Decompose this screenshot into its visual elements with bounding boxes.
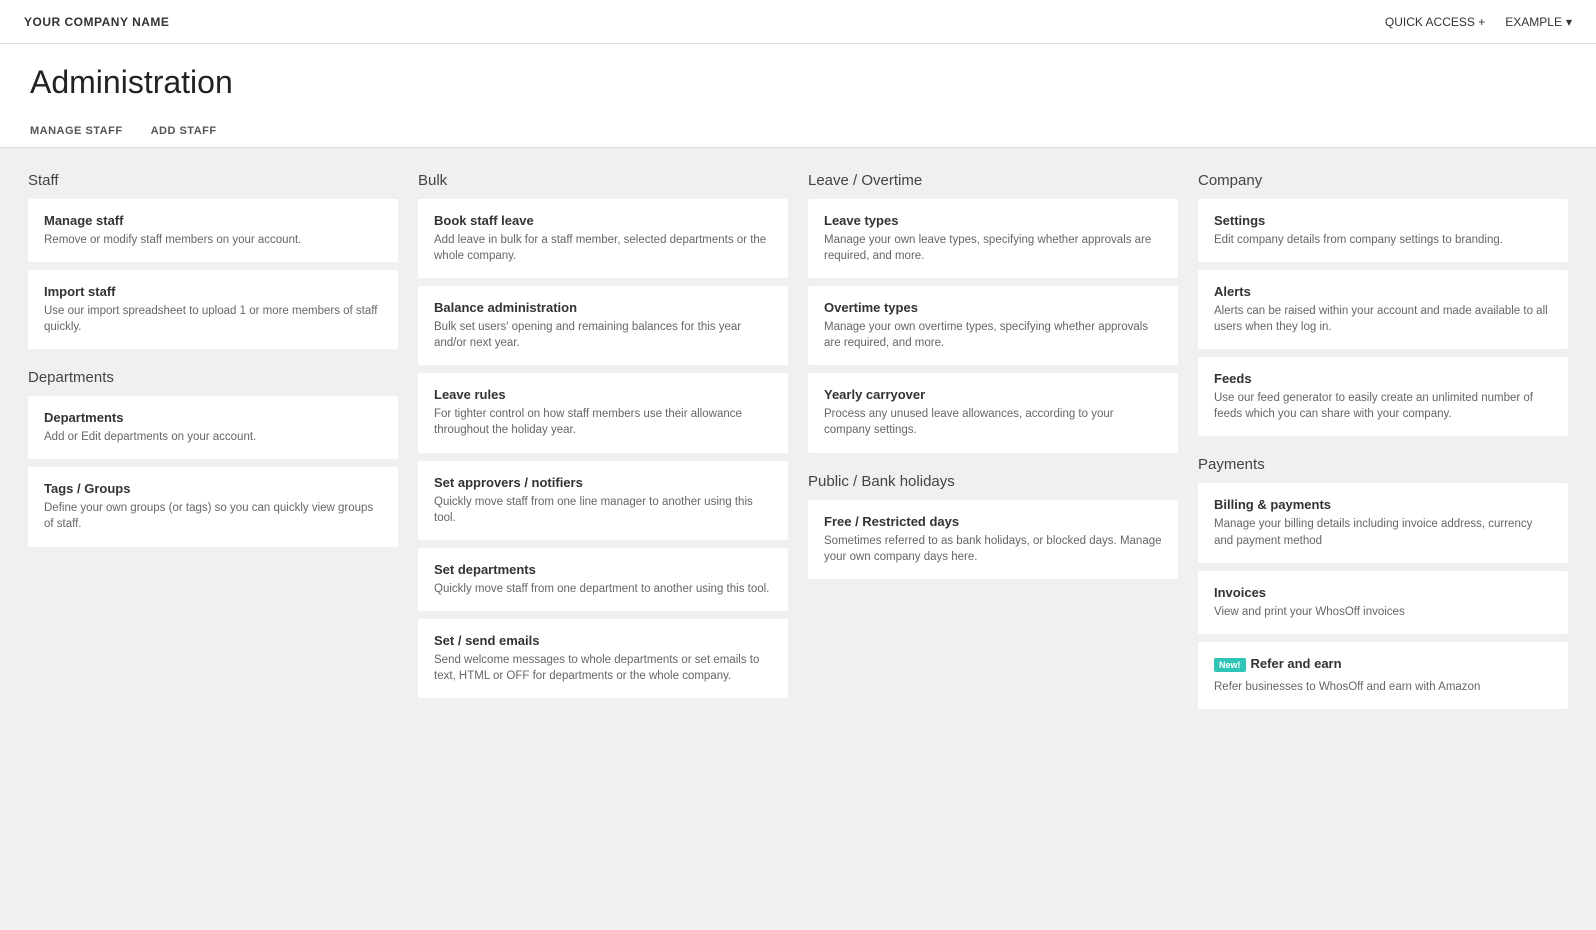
card-title-tags-groups: Tags / Groups [44,481,382,496]
page-header: Administration MANAGE STAFF ADD STAFF [0,44,1596,148]
page-title: Administration [30,64,1566,101]
card-desc-import-staff: Use our import spreadsheet to upload 1 o… [44,303,382,335]
top-nav-right: QUICK ACCESS + EXAMPLE ▾ [1385,15,1572,29]
card-title-settings: Settings [1214,213,1552,228]
card-desc-feeds: Use our feed generator to easily create … [1214,390,1552,422]
account-dropdown[interactable]: EXAMPLE ▾ [1505,15,1572,29]
card-desc-set-departments: Quickly move staff from one department t… [434,581,772,597]
card-title-set-send-emails: Set / send emails [434,633,772,648]
card-desc-set-send-emails: Send welcome messages to whole departmen… [434,652,772,684]
card-billing-payments[interactable]: Billing & payments Manage your billing d… [1198,483,1568,562]
card-desc-alerts: Alerts can be raised within your account… [1214,303,1552,335]
card-title-set-approvers: Set approvers / notifiers [434,475,772,490]
card-title-leave-types: Leave types [824,213,1162,228]
card-title-import-staff: Import staff [44,284,382,299]
card-free-restricted-days[interactable]: Free / Restricted days Sometimes referre… [808,500,1178,579]
section-title-public-bank-holidays: Public / Bank holidays [808,473,1178,490]
card-book-staff-leave[interactable]: Book staff leave Add leave in bulk for a… [418,199,788,278]
card-feeds[interactable]: Feeds Use our feed generator to easily c… [1198,357,1568,436]
card-title-invoices: Invoices [1214,585,1552,600]
card-title-billing-payments: Billing & payments [1214,497,1552,512]
card-title-leave-rules: Leave rules [434,387,772,402]
card-title-yearly-carryover: Yearly carryover [824,387,1162,402]
card-leave-rules[interactable]: Leave rules For tighter control on how s… [418,373,788,452]
card-yearly-carryover[interactable]: Yearly carryover Process any unused leav… [808,373,1178,452]
company-name: YOUR COMPANY NAME [24,15,169,29]
card-invoices[interactable]: Invoices View and print your WhosOff inv… [1198,571,1568,634]
column-bulk: Bulk Book staff leave Add leave in bulk … [418,172,788,706]
section-title-bulk: Bulk [418,172,788,189]
card-desc-yearly-carryover: Process any unused leave allowances, acc… [824,406,1162,438]
card-title-feeds: Feeds [1214,371,1552,386]
card-desc-billing-payments: Manage your billing details including in… [1214,516,1552,548]
card-title-departments: Departments [44,410,382,425]
card-title-set-departments: Set departments [434,562,772,577]
card-desc-free-restricted-days: Sometimes referred to as bank holidays, … [824,533,1162,565]
section-title-departments: Departments [28,369,398,386]
card-tags-groups[interactable]: Tags / Groups Define your own groups (or… [28,467,398,546]
card-title-free-restricted-days: Free / Restricted days [824,514,1162,529]
section-title-payments: Payments [1198,456,1568,473]
card-import-staff[interactable]: Import staff Use our import spreadsheet … [28,270,398,349]
card-alerts[interactable]: Alerts Alerts can be raised within your … [1198,270,1568,349]
section-title-leave-overtime: Leave / Overtime [808,172,1178,189]
card-desc-departments: Add or Edit departments on your account. [44,429,382,445]
card-desc-set-approvers: Quickly move staff from one line manager… [434,494,772,526]
column-company: Company Settings Edit company details fr… [1198,172,1568,717]
section-title-staff: Staff [28,172,398,189]
main-content: Staff Manage staff Remove or modify staf… [0,148,1596,930]
card-leave-types[interactable]: Leave types Manage your own leave types,… [808,199,1178,278]
card-title-balance-administration: Balance administration [434,300,772,315]
card-desc-refer-earn: Refer businesses to WhosOff and earn wit… [1214,679,1552,695]
quick-access-button[interactable]: QUICK ACCESS + [1385,15,1485,29]
card-desc-settings: Edit company details from company settin… [1214,232,1552,248]
card-desc-tags-groups: Define your own groups (or tags) so you … [44,500,382,532]
card-refer-earn[interactable]: New! Refer and earn Refer businesses to … [1198,642,1568,709]
card-title-overtime-types: Overtime types [824,300,1162,315]
card-balance-administration[interactable]: Balance administration Bulk set users' o… [418,286,788,365]
card-set-approvers[interactable]: Set approvers / notifiers Quickly move s… [418,461,788,540]
card-desc-balance-administration: Bulk set users' opening and remaining ba… [434,319,772,351]
card-overtime-types[interactable]: Overtime types Manage your own overtime … [808,286,1178,365]
card-title-alerts: Alerts [1214,284,1552,299]
card-desc-book-staff-leave: Add leave in bulk for a staff member, se… [434,232,772,264]
card-title-row-refer-earn: New! Refer and earn [1214,656,1552,675]
card-desc-overtime-types: Manage your own overtime types, specifyi… [824,319,1162,351]
card-title-book-staff-leave: Book staff leave [434,213,772,228]
new-badge: New! [1214,658,1246,672]
card-settings[interactable]: Settings Edit company details from compa… [1198,199,1568,262]
card-desc-leave-types: Manage your own leave types, specifying … [824,232,1162,264]
card-desc-invoices: View and print your WhosOff invoices [1214,604,1552,620]
card-title-manage-staff: Manage staff [44,213,382,228]
card-departments[interactable]: Departments Add or Edit departments on y… [28,396,398,459]
card-title-refer-earn: Refer and earn [1251,656,1342,671]
tab-manage-staff[interactable]: MANAGE STAFF [30,117,135,147]
section-title-company: Company [1198,172,1568,189]
card-set-send-emails[interactable]: Set / send emails Send welcome messages … [418,619,788,698]
column-leave-overtime: Leave / Overtime Leave types Manage your… [808,172,1178,587]
tab-add-staff[interactable]: ADD STAFF [151,117,229,147]
card-desc-leave-rules: For tighter control on how staff members… [434,406,772,438]
card-desc-manage-staff: Remove or modify staff members on your a… [44,232,382,248]
page-tabs: MANAGE STAFF ADD STAFF [30,117,1566,147]
column-staff: Staff Manage staff Remove or modify staf… [28,172,398,555]
top-navigation: YOUR COMPANY NAME QUICK ACCESS + EXAMPLE… [0,0,1596,44]
card-manage-staff[interactable]: Manage staff Remove or modify staff memb… [28,199,398,262]
sections-grid: Staff Manage staff Remove or modify staf… [28,172,1568,717]
card-set-departments[interactable]: Set departments Quickly move staff from … [418,548,788,611]
